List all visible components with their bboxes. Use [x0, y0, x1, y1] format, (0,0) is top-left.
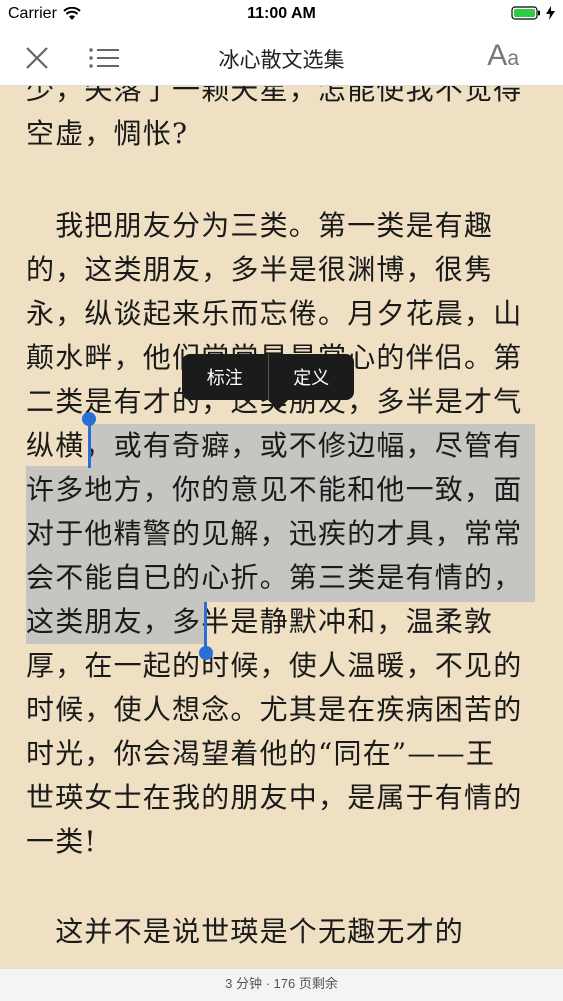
text-line: 少，失落了一颗天星，怎能使我不觉得	[26, 86, 523, 106]
nav-bar: 冰心散文选集 Aa	[0, 30, 563, 86]
charging-icon	[546, 6, 555, 20]
selection-end-caret	[204, 602, 207, 648]
text-line: 会不能自已的心折。第三类是有情的，	[26, 561, 523, 594]
text-line: 纵横，或有奇癖，或不修边幅，尽管有	[26, 429, 523, 462]
selection-context-menu: 标注 定义	[182, 354, 354, 400]
text-line: 许多地方，你的意见不能和他一致，面	[26, 473, 523, 506]
font-settings-button[interactable]: Aa	[487, 39, 519, 73]
pages-remaining: 3 分钟 · 176 页剩余	[0, 968, 563, 1001]
text-line: 厚，在一起的时候，使人温暖，不见的	[26, 649, 523, 682]
font-size-icon-small: a	[507, 47, 519, 70]
text-line: 我把朋友分为三类。第一类是有趣	[26, 209, 494, 242]
status-right	[511, 6, 555, 20]
selection-end-handle[interactable]	[199, 646, 213, 660]
menu-pointer-arrow	[268, 400, 288, 410]
text-line: 世瑛女士在我的朋友中，是属于有情的	[26, 781, 523, 814]
text-line: 永，纵谈起来乐而忘倦。月夕花晨，山	[26, 297, 523, 330]
text-line: 空虚，惆怅?	[26, 117, 189, 150]
annotate-menu-item[interactable]: 标注	[182, 354, 268, 400]
book-title: 冰心散文选集	[218, 49, 345, 72]
selection-start-caret	[88, 422, 91, 468]
status-bar: Carrier 11:00 AM	[0, 0, 563, 30]
reading-area[interactable]: 少，失落了一颗天星，怎能使我不觉得 空虚，惆怅? 我把朋友分为三类。第一类是有趣…	[0, 86, 563, 966]
define-menu-item[interactable]: 定义	[269, 354, 355, 400]
text-line: 这类朋友，多半是静默冲和，温柔敦	[26, 605, 494, 638]
text-line: 对于他精警的见解，迅疾的才具，常常	[26, 517, 523, 550]
text-line: 时光，你会渴望着他的“同在”——王	[26, 737, 496, 770]
font-size-icon-large: A	[487, 39, 508, 72]
text-line: 这并不是说世瑛是个无趣无才的	[26, 915, 465, 948]
battery-icon	[511, 6, 540, 20]
text-line: 一类!	[26, 825, 97, 858]
status-time: 11:00 AM	[247, 5, 316, 22]
text-line: 的，这类朋友，多半是很渊博，很隽	[26, 253, 494, 286]
text-line: 时候，使人想念。尤其是在疾病困苦的	[26, 693, 523, 726]
